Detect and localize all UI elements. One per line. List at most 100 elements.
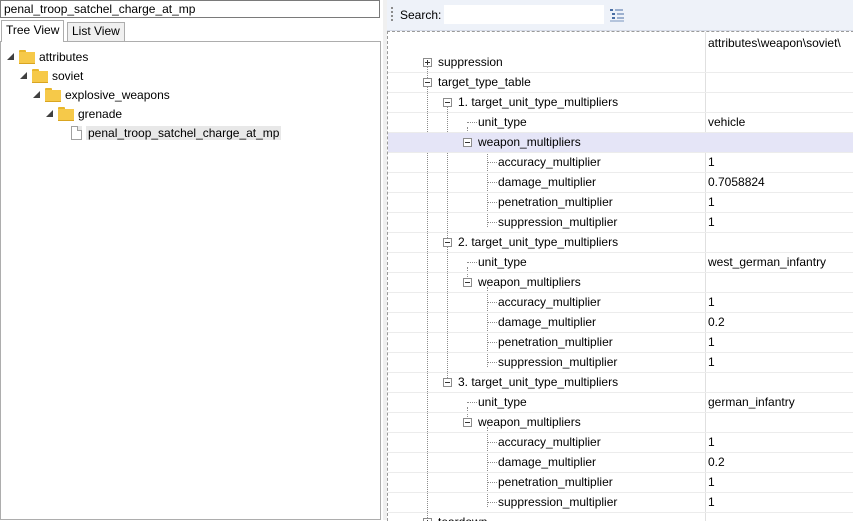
row-value[interactable]: german_infantry [708,393,795,412]
row-name: damage_multiplier [498,455,597,469]
row-name: unit_type [478,115,527,129]
row-name: damage_multiplier [498,175,597,189]
grid-row[interactable]: weapon_multipliers [388,273,853,293]
tree-connector-line [467,402,477,403]
row-value[interactable]: 1 [708,493,715,512]
grid-row[interactable]: accuracy_multiplier 1 [388,433,853,453]
grid-row[interactable]: suppression_multiplier 1 [388,213,853,233]
toolbar-grip-icon[interactable] [391,7,393,23]
grid-row[interactable]: penetration_multiplier 1 [388,193,853,213]
view-tabs: Tree View List View [0,20,383,42]
row-name: suppression_multiplier [498,215,618,229]
file-icon [71,125,82,140]
tree-node-attributes[interactable]: attributes [6,47,88,66]
row-name: weapon_multipliers [478,415,581,429]
grid-row[interactable]: accuracy_multiplier 1 [388,153,853,173]
tab-tree-view[interactable]: Tree View [1,20,65,42]
tree-connector-line [467,122,477,123]
row-name: penetration_multiplier [498,475,613,489]
row-name: weapon_multipliers [478,275,581,289]
tree-node-label: grenade [78,106,123,121]
search-input[interactable] [444,5,604,24]
row-name: accuracy_multiplier [498,155,601,169]
tree-connector-line [487,502,497,503]
grid-row[interactable]: weapon_multipliers [388,413,853,433]
tree-connector-line [487,222,497,223]
filter-list-icon[interactable] [609,7,625,23]
grid-row[interactable]: damage_multiplier 0.2 [388,453,853,473]
row-name: damage_multiplier [498,315,597,329]
row-name: weapon_multipliers [478,135,581,149]
row-name: accuracy_multiplier [498,295,601,309]
grid-row[interactable]: target_type_table [388,73,853,93]
grid-row[interactable]: penetration_multiplier 1 [388,333,853,353]
grid-row[interactable]: unit_type west_german_infantry [388,253,853,273]
grid-row[interactable]: penetration_multiplier 1 [388,473,853,493]
tree-connector-line [487,162,497,163]
grid-row[interactable]: suppression_multiplier 1 [388,353,853,373]
collapse-minus-icon[interactable] [463,418,472,427]
folder-icon [32,69,48,83]
collapse-minus-icon[interactable] [423,78,432,87]
grid-row[interactable]: weapon_multipliers [388,133,853,153]
tree-connector-line [487,482,497,483]
grid-row[interactable]: 3. target_unit_type_multipliers [388,373,853,393]
grid-row[interactable]: damage_multiplier 0.2 [388,313,853,333]
expand-plus-icon[interactable] [423,58,432,67]
tree-view-panel: attributes soviet explosive_weapons gren… [0,41,381,520]
tree-node-explosive-weapons[interactable]: explosive_weapons [32,85,170,104]
grid-row[interactable]: suppression [388,53,853,73]
row-name: accuracy_multiplier [498,435,601,449]
collapse-minus-icon[interactable] [463,138,472,147]
file-name-field[interactable] [0,0,380,18]
row-value[interactable]: 1 [708,293,715,312]
row-value[interactable]: 1 [708,473,715,492]
tree-connector-line [487,302,497,303]
row-value[interactable]: 1 [708,153,715,172]
grid-row[interactable]: 2. target_unit_type_multipliers [388,233,853,253]
expand-arrow-icon[interactable] [19,71,29,81]
row-value[interactable]: west_german_infantry [708,253,826,272]
expand-arrow-icon[interactable] [32,90,42,100]
left-pane: Tree View List View attributes soviet ex… [0,0,383,520]
folder-icon [45,88,61,102]
row-value[interactable]: 0.2 [708,313,725,332]
path-header: attributes\weapon\soviet\ [708,36,841,50]
tree-connector-line [487,462,497,463]
search-label: Search: [400,8,442,22]
tree-node-soviet[interactable]: soviet [19,66,83,85]
row-value[interactable]: vehicle [708,113,745,132]
row-name: 1. target_unit_type_multipliers [458,95,619,109]
row-value[interactable]: 1 [708,433,715,452]
grid-row[interactable]: damage_multiplier 0.7058824 [388,173,853,193]
expand-arrow-icon[interactable] [6,52,16,62]
grid-row[interactable]: suppression_multiplier 1 [388,493,853,513]
collapse-minus-icon[interactable] [443,238,452,247]
row-value[interactable]: 1 [708,353,715,372]
grid-row[interactable]: accuracy_multiplier 1 [388,293,853,313]
collapse-minus-icon[interactable] [443,378,452,387]
expand-arrow-icon[interactable] [45,109,55,119]
row-name: suppression_multiplier [498,495,618,509]
row-name: suppression [438,55,503,69]
tree-connector-line [487,182,497,183]
tab-list-view[interactable]: List View [67,22,125,41]
grid-row[interactable]: 1. target_unit_type_multipliers [388,93,853,113]
tree-node-label: attributes [39,49,89,64]
row-value[interactable]: 1 [708,213,715,232]
tree-node-grenade[interactable]: grenade [45,104,122,123]
grid-row[interactable]: unit_type german_infantry [388,393,853,413]
row-value[interactable]: 1 [708,333,715,352]
row-name: suppression_multiplier [498,355,618,369]
collapse-minus-icon[interactable] [463,278,472,287]
tree-node-file[interactable]: penal_troop_satchel_charge_at_mp [71,123,282,142]
tree-node-label: soviet [52,68,84,83]
tree-connector-line [487,202,497,203]
row-name: target_type_table [438,75,531,89]
row-value[interactable]: 1 [708,193,715,212]
grid-row[interactable]: unit_type vehicle [388,113,853,133]
search-toolbar: Search: [387,0,853,31]
row-value[interactable]: 0.2 [708,453,725,472]
row-value[interactable]: 0.7058824 [708,173,765,192]
collapse-minus-icon[interactable] [443,98,452,107]
